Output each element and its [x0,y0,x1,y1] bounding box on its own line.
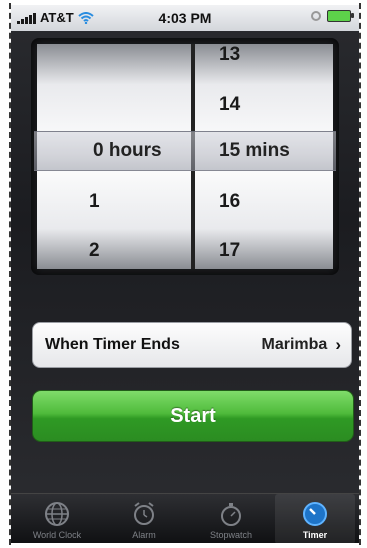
when-timer-ends-row[interactable]: When Timer Ends Marimba › [32,322,352,368]
start-button[interactable]: Start [32,390,354,442]
tab-label: Alarm [132,530,156,540]
chevron-right-icon: › [335,335,341,354]
status-bar: AT&T 4:03 PM [11,5,359,31]
screen: AT&T 4:03 PM 1 2 13 14 16 17 0 hours 15 … [11,5,359,543]
timer-icon [302,500,328,528]
globe-icon [44,500,70,528]
tab-label: Stopwatch [209,530,253,540]
tab-alarm[interactable]: Alarm [104,494,184,543]
ringtone-name: Marimba [261,336,328,353]
hours-row[interactable]: 1 [37,191,191,213]
status-right [311,10,354,22]
tab-label: World Clock [32,530,82,540]
stopwatch-icon [218,500,244,528]
hours-selected[interactable]: 0 hours [93,140,162,162]
minutes-row[interactable]: 16 [195,191,333,213]
alarm-clock-icon [131,500,157,528]
minutes-row[interactable]: 17 [195,240,333,262]
minutes-row[interactable]: 14 [195,94,333,116]
tab-world-clock[interactable]: World Clock [17,494,97,543]
tab-bar: World Clock Alarm Stopwatch Timer [11,493,359,543]
ringtone-value: Marimba › [262,335,341,355]
rotation-lock-icon [311,11,321,21]
minutes-selected[interactable]: 15 mins [219,140,290,162]
battery-icon [327,10,354,22]
tab-stopwatch[interactable]: Stopwatch [191,494,271,543]
status-time: 4:03 PM [158,10,212,26]
when-timer-ends-label: When Timer Ends [45,336,180,353]
tab-timer[interactable]: Timer [275,494,355,543]
minutes-row[interactable]: 13 [195,44,333,66]
tab-label: Timer [302,530,328,540]
hours-row[interactable]: 2 [37,240,191,262]
timer-picker[interactable]: 1 2 13 14 16 17 0 hours 15 mins [31,38,339,275]
